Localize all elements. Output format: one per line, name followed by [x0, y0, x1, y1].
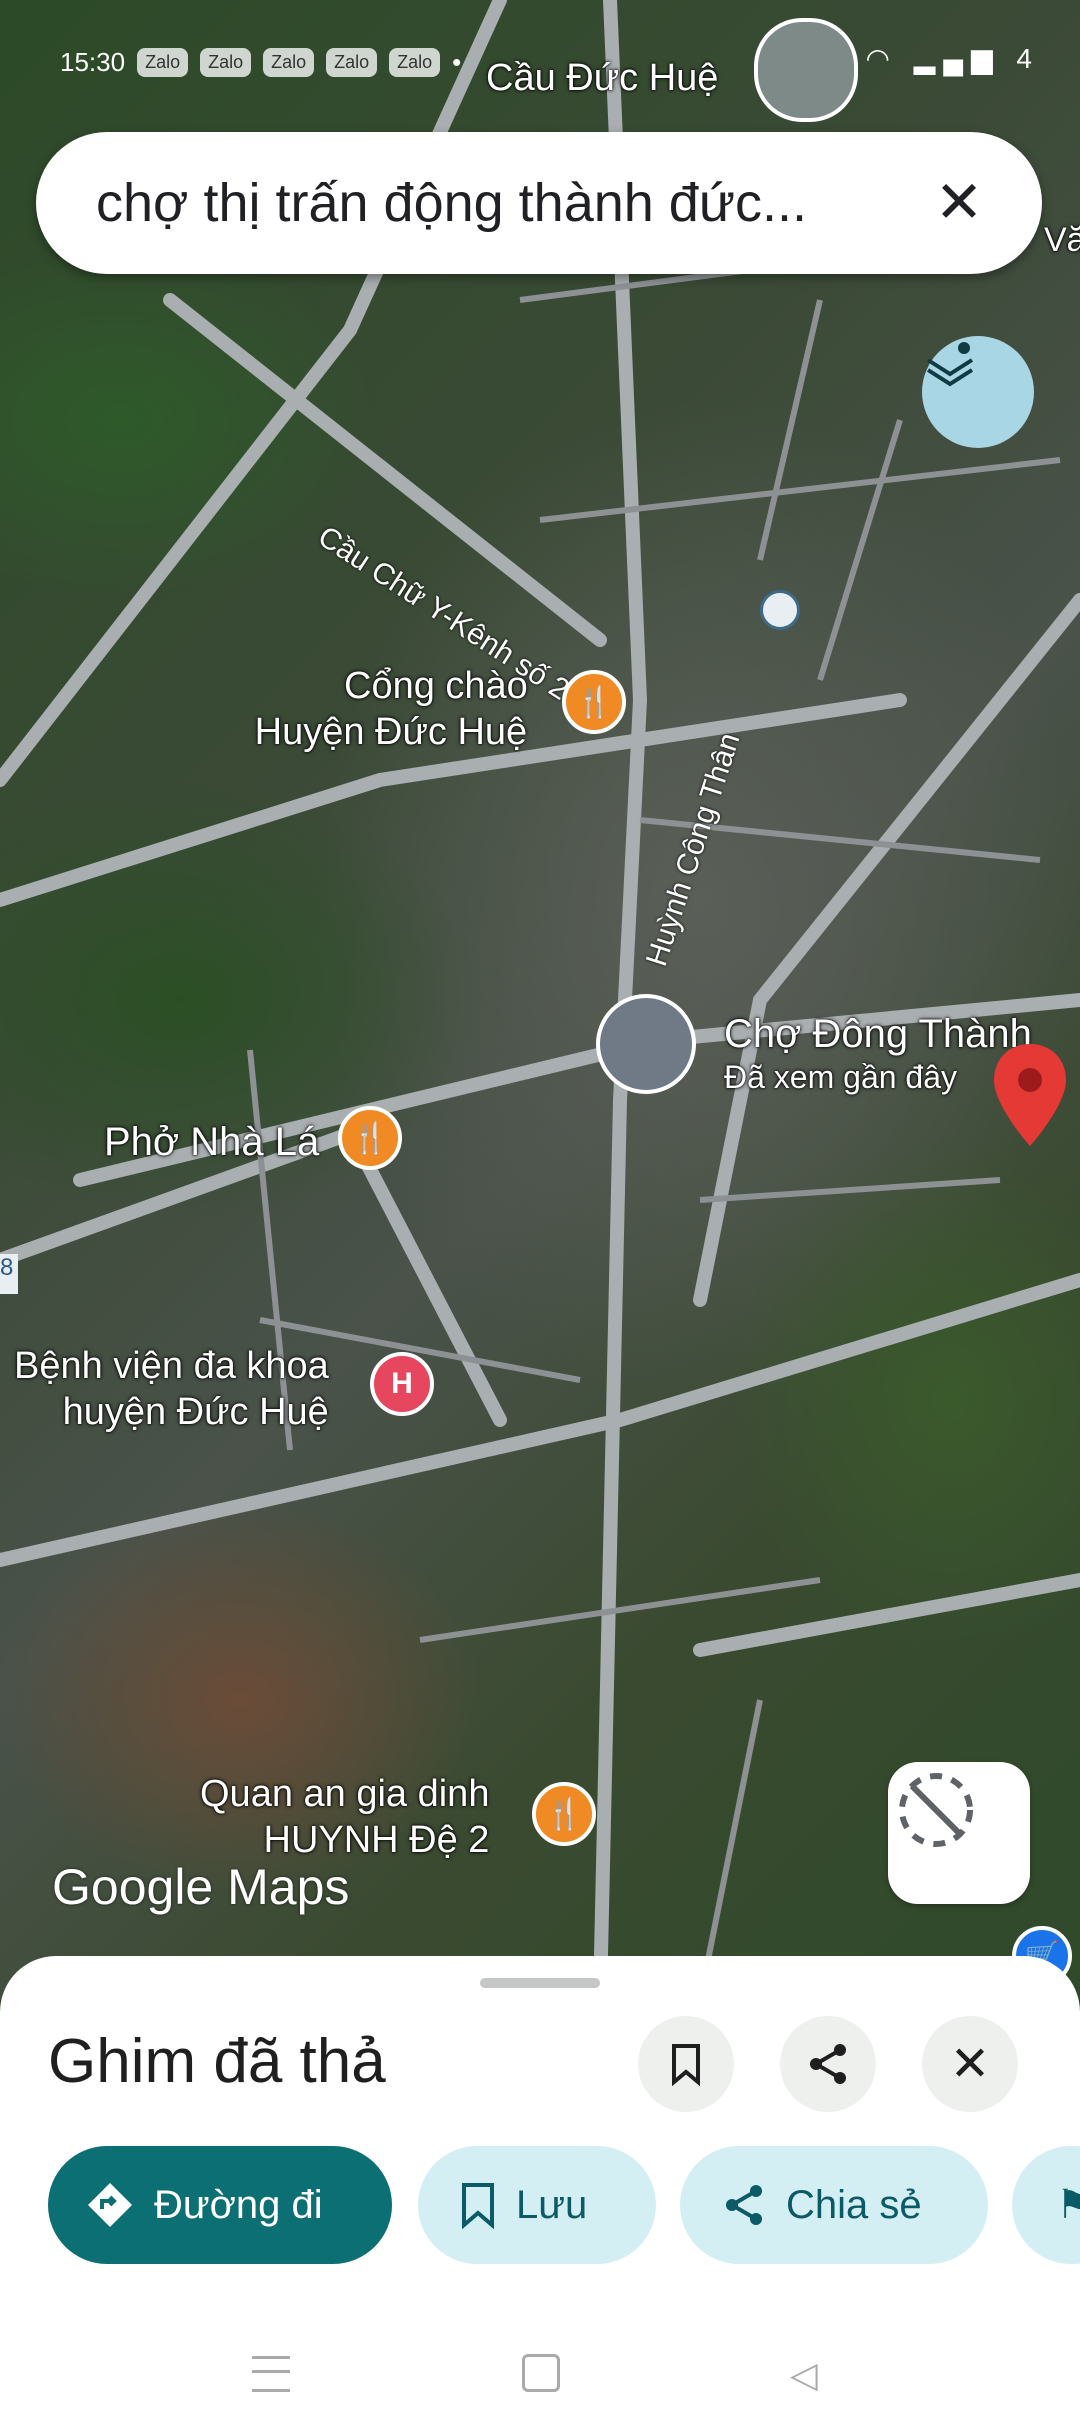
bus-stop-icon[interactable]: [760, 590, 800, 630]
directions-button[interactable]: Đường đi: [48, 2146, 392, 2264]
place-label-quan-an[interactable]: Quan an gia dinh HUYNH Đệ 2: [200, 1772, 489, 1863]
map-label-edge: Vă: [1044, 221, 1080, 259]
directions-icon: [88, 2183, 132, 2227]
search-query[interactable]: chợ thị trấn động thành đức...: [96, 172, 936, 234]
map-roads: [0, 0, 1080, 2000]
location-off-icon: [899, 1773, 973, 1847]
layers-icon: [926, 342, 974, 387]
google-maps-logo: Google Maps: [52, 1859, 350, 1915]
bookmark-icon: [672, 2044, 700, 2086]
place-name: huyện Đức Huệ: [62, 1390, 329, 1433]
search-bar[interactable]: chợ thị trấn động thành đức... ✕: [36, 132, 1042, 274]
save-icon-button[interactable]: [638, 2016, 734, 2112]
save-button[interactable]: Lưu: [418, 2146, 656, 2264]
place-subtitle: Đã xem gần đây: [724, 1059, 958, 1095]
status-time: 15:30: [60, 46, 126, 77]
close-icon: ✕: [949, 2038, 991, 2091]
zalo-notification-icon: Zalo: [137, 47, 189, 77]
save-label: Lưu: [516, 2182, 588, 2227]
dropped-pin-icon[interactable]: [990, 1040, 1070, 1150]
sheet-title: Ghim đã thả: [48, 2027, 386, 2096]
map-view[interactable]: 15:30 Zalo Zalo Zalo Zalo Zalo • ▣ ◠ ▂▄▆…: [0, 0, 1080, 2000]
place-name: Bệnh viện đa khoa: [14, 1345, 329, 1387]
zalo-notification-icon: Zalo: [263, 47, 315, 77]
share-icon-button[interactable]: [780, 2016, 876, 2112]
battery-level: 4: [1016, 43, 1040, 74]
share-icon: [726, 2185, 762, 2225]
place-name: Quan an gia dinh: [200, 1773, 490, 1815]
drag-handle[interactable]: [480, 1978, 600, 1988]
layers-button[interactable]: [922, 336, 1034, 448]
close-icon[interactable]: ✕: [924, 168, 994, 238]
place-label-pho-nha-la[interactable]: Phở Nhà Lá: [104, 1118, 319, 1166]
map-label-bridge[interactable]: Cầu Đức Huệ: [486, 56, 718, 102]
share-label: Chia sẻ: [786, 2182, 922, 2227]
share-icon: [810, 2044, 846, 2084]
signal-icon: ▂▄▆: [913, 43, 1001, 74]
recenter-button[interactable]: [888, 1762, 1030, 1904]
restaurant-icon[interactable]: 🍴: [338, 1106, 402, 1170]
restaurant-icon[interactable]: 🍴: [532, 1782, 596, 1846]
edge-route-marker: 8: [0, 1254, 18, 1294]
more-action-button[interactable]: ⚑: [1012, 2146, 1080, 2264]
place-name: HUYNH Đệ 2: [263, 1818, 490, 1861]
place-name: Cổng chào: [344, 665, 528, 707]
place-name: Chợ Đông Thành: [724, 1012, 1032, 1056]
place-name: Huyện Đức Huệ: [254, 710, 528, 753]
bookmark-icon: [462, 2183, 494, 2229]
wifi-icon: ◠: [865, 43, 898, 74]
close-sheet-button[interactable]: ✕: [922, 2016, 1018, 2112]
restaurant-icon[interactable]: 🍴: [562, 670, 626, 734]
zalo-notification-icon: Zalo: [200, 47, 252, 77]
place-label-hospital[interactable]: Bệnh viện đa khoa huyện Đức Huệ: [14, 1344, 329, 1435]
place-photo-thumbnail[interactable]: [596, 994, 696, 1094]
bridge-photo-thumbnail[interactable]: [754, 18, 858, 122]
bottom-sheet[interactable]: Ghim đã thả ✕ Đường đi Lưu Chia sẻ ⚑ ◁: [0, 1956, 1080, 2412]
place-label-cong-chao[interactable]: Cổng chào Huyện Đức Huệ: [255, 664, 528, 755]
hospital-icon[interactable]: H: [370, 1352, 434, 1416]
back-icon[interactable]: ◁: [790, 2354, 818, 2396]
share-button[interactable]: Chia sẻ: [680, 2146, 988, 2264]
place-label-cho-dong-thanh[interactable]: Chợ Đông Thành Đã xem gần đây: [724, 1010, 1032, 1096]
flag-icon: ⚑: [1056, 2183, 1080, 2227]
zalo-notification-icon: Zalo: [326, 47, 378, 77]
recent-apps-icon[interactable]: [252, 2356, 290, 2392]
dot-icon: •: [452, 46, 462, 77]
zalo-notification-icon: Zalo: [389, 47, 441, 77]
directions-label: Đường đi: [154, 2182, 323, 2227]
home-icon[interactable]: [522, 2354, 560, 2392]
system-nav-bar: ◁: [0, 2336, 1080, 2412]
